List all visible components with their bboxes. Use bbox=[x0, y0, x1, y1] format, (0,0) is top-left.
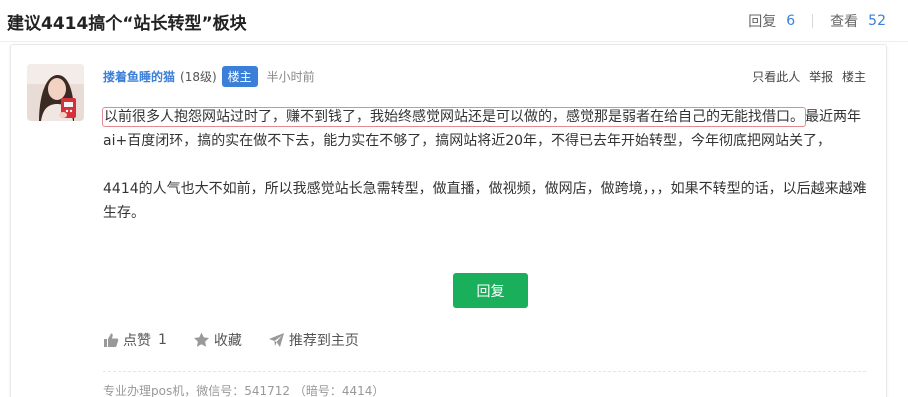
view-stat-count: 52 bbox=[868, 13, 886, 29]
avatar-image bbox=[27, 64, 84, 121]
topic-stats: 回复 6 查看 52 bbox=[748, 11, 886, 31]
star-icon bbox=[193, 332, 209, 347]
signature-divider bbox=[103, 371, 866, 372]
stats-divider bbox=[812, 14, 814, 28]
favorite-button[interactable]: 收藏 bbox=[193, 330, 242, 350]
post-content: 以前很多人抱怨网站过时了，赚不到钱了，我始终感觉网站还是可以做的，感觉那是弱者在… bbox=[102, 105, 873, 225]
post-actions: 只看此人 举报 楼主 bbox=[747, 68, 866, 85]
post-bottom-actions: 点赞 1 收藏 推荐到主页 bbox=[103, 330, 385, 350]
paper-plane-icon bbox=[268, 333, 284, 347]
view-stat-label: 查看 bbox=[830, 14, 859, 30]
post-paragraph-1: 以前很多人抱怨网站过时了，赚不到钱了，我始终感觉网站还是可以做的，感觉那是弱者在… bbox=[102, 105, 873, 153]
avatar[interactable] bbox=[27, 64, 84, 121]
highlighted-sentence: 以前很多人抱怨网站过时了，赚不到钱了，我始终感觉网站还是可以做的，感觉那是弱者在… bbox=[102, 107, 806, 127]
author-level: (18级) bbox=[180, 70, 217, 84]
thumbs-up-icon bbox=[104, 333, 119, 347]
op-badge: 楼主 bbox=[221, 66, 258, 87]
like-count: 1 bbox=[158, 332, 167, 348]
only-this-user-link[interactable]: 只看此人 bbox=[752, 70, 800, 84]
topic-header: 建议4414搞个“站长转型”板块 回复 6 查看 52 bbox=[0, 0, 908, 42]
reply-button[interactable]: 回复 bbox=[453, 273, 528, 308]
like-button[interactable]: 点赞 1 bbox=[103, 330, 167, 350]
favorite-label: 收藏 bbox=[213, 333, 242, 349]
reply-stat-label: 回复 bbox=[748, 14, 777, 30]
post-card: 搂着鱼睡的猫 (18级) 楼主 半小时前 只看此人 举报 楼主 以前很多人抱怨网… bbox=[10, 44, 887, 397]
post-time: 半小时前 bbox=[266, 70, 315, 84]
reply-stat-count: 6 bbox=[786, 13, 796, 29]
author-name[interactable]: 搂着鱼睡的猫 bbox=[103, 68, 175, 85]
page-title: 建议4414搞个“站长转型”板块 bbox=[7, 14, 247, 34]
floor-label: 楼主 bbox=[841, 70, 866, 84]
post-meta: 搂着鱼睡的猫 (18级) 楼主 半小时前 bbox=[103, 66, 315, 87]
post-paragraph-2: 4414的人气也大不如前，所以我感觉站长急需转型，做直播，做视频，做网店，做跨境… bbox=[103, 181, 867, 221]
recommend-label: 推荐到主页 bbox=[288, 333, 359, 349]
like-label: 点赞 bbox=[123, 333, 151, 349]
user-signature: 专业办理pos机，微信号：541712 （暗号：4414） bbox=[103, 384, 385, 397]
report-link[interactable]: 举报 bbox=[809, 70, 833, 84]
recommend-button[interactable]: 推荐到主页 bbox=[268, 330, 359, 350]
